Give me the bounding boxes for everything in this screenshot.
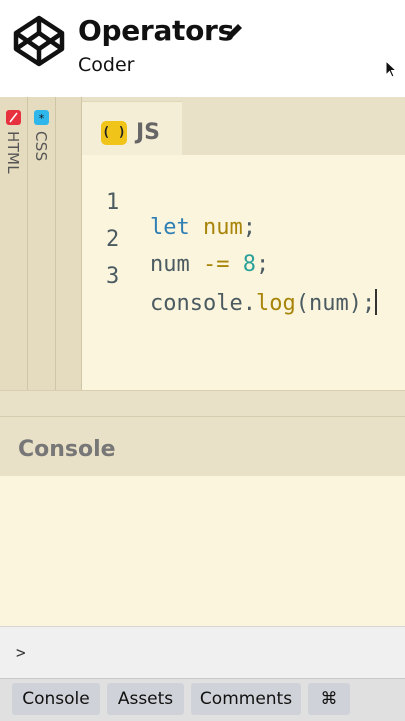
code-text: console.log(num); [150,289,378,316]
code-text: let num; [150,215,256,240]
text-caret [375,289,378,315]
tab-css-label: CSS [32,131,50,162]
code-line[interactable]: 3 console.log(num); [82,239,378,316]
comments-button[interactable]: Comments [191,683,301,715]
css-badge-icon: * [34,110,49,125]
pen-author[interactable]: Coder [78,54,134,76]
tab-spacer [56,97,82,390]
mouse-cursor-icon [385,60,397,78]
js-badge-icon: ( ) [101,121,127,145]
console-output [0,476,405,626]
shortcuts-button[interactable]: ⌘ [308,683,350,715]
tab-css[interactable]: * CSS [28,97,56,390]
console-prompt: > [16,643,26,662]
svg-text:*: * [39,112,45,125]
bottom-toolbar: Console Assets Comments ⌘ [0,678,405,721]
console-title: Console [18,437,116,462]
editor-area: HTML * CSS ( ) JS 1 let num; 2 num -= 8;… [0,97,405,390]
assets-button[interactable]: Assets [107,683,184,715]
pencil-icon[interactable] [223,21,245,43]
code-text: num -= 8; [150,252,270,277]
line-number: 3 [106,264,120,289]
tab-html-label: HTML [4,131,22,174]
tab-html[interactable]: HTML [0,97,28,390]
tab-js-label: JS [136,120,161,145]
codepen-logo-icon[interactable] [12,14,66,68]
tab-js[interactable]: ( ) JS [82,101,182,156]
console-button[interactable]: Console [12,683,100,715]
js-code-editor[interactable]: 1 let num; 2 num -= 8; 3 console.log(num… [82,155,405,390]
panel-resize-handle[interactable] [0,390,405,417]
html-badge-icon [6,110,21,125]
code-line[interactable]: 2 num -= 8; [82,202,269,277]
pen-header: Operators Coder [0,0,405,97]
console-input[interactable]: > [0,626,405,679]
pen-title[interactable]: Operators [78,14,234,47]
console-header: Console [0,416,405,477]
code-line[interactable]: 1 let num; [82,165,256,240]
